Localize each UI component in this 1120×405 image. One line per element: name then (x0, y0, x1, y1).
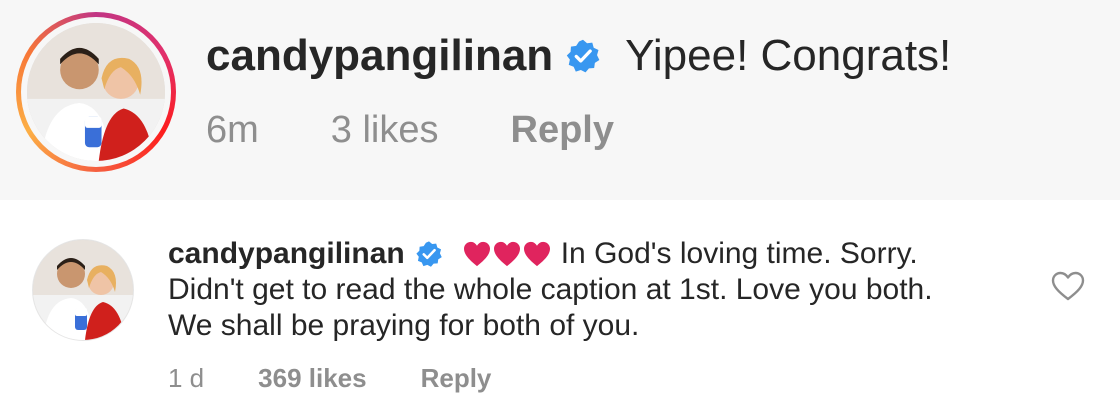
comment-text-line-3: We shall be praying for both of you. (168, 309, 640, 342)
comment-item-2: candypangilinan In God's loving time. So… (0, 200, 1120, 405)
heart-emojis (463, 241, 553, 267)
comment-meta: 1 d 369 likes Reply (168, 360, 545, 396)
comment-username[interactable]: candypangilinan (168, 236, 405, 272)
comment-text-line-2: Didn't get to read the whole caption at … (168, 273, 933, 306)
comment-likes-count[interactable]: 3 likes (331, 106, 439, 154)
red-heart-emoji-icon (493, 241, 521, 267)
comment-meta: 6m 3 likes Reply (206, 106, 686, 154)
comment-text-line-1: In God's loving time. Sorry. (560, 237, 918, 270)
avatar-photo (27, 23, 165, 161)
avatar[interactable] (32, 239, 134, 341)
comment-timestamp[interactable]: 6m (206, 106, 259, 154)
comment-item-1: candypangilinan Yipee! Congrats! 6m 3 li… (0, 0, 1120, 200)
heart-outline-icon[interactable] (1050, 270, 1086, 302)
comment-timestamp[interactable]: 1 d (168, 360, 204, 396)
reply-button[interactable]: Reply (511, 106, 614, 154)
comment-header: candypangilinan Yipee! Congrats! (206, 30, 951, 82)
verified-badge-icon (415, 240, 443, 268)
red-heart-emoji-icon (463, 241, 491, 267)
comment-username[interactable]: candypangilinan (206, 30, 553, 82)
reply-button[interactable]: Reply (421, 360, 492, 396)
comment-header: candypangilinan In God's loving time. So… (168, 236, 918, 272)
verified-badge-icon (565, 38, 601, 74)
red-heart-emoji-icon (523, 241, 551, 267)
comment-text: Yipee! Congrats! (625, 31, 952, 80)
avatar-photo (33, 240, 133, 340)
comment-likes-count[interactable]: 369 likes (258, 360, 366, 396)
avatar[interactable] (27, 23, 165, 161)
